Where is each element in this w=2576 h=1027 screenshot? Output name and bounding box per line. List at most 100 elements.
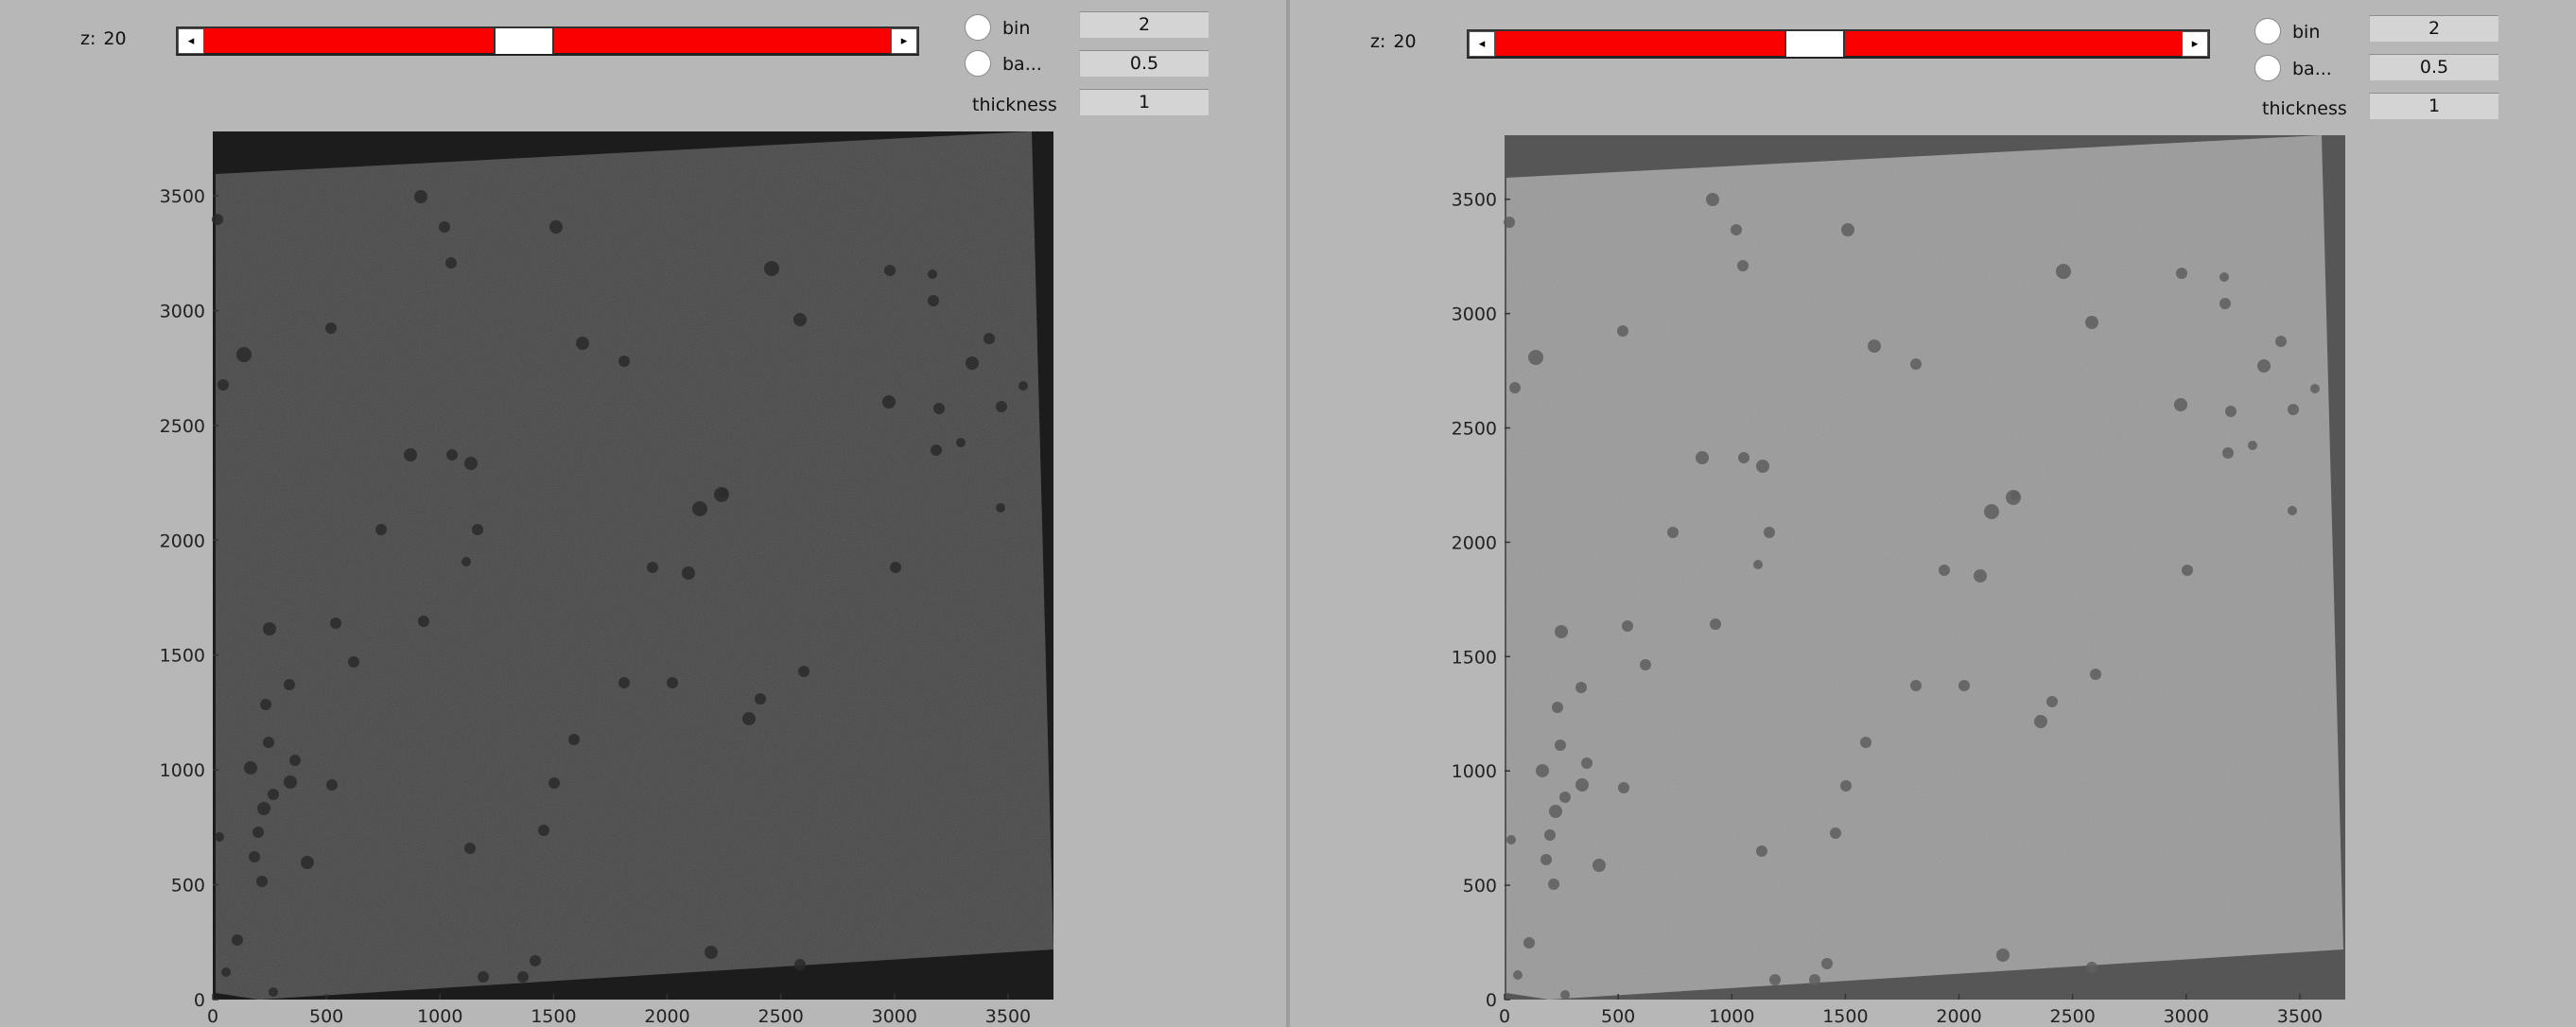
x-tick-label: 3000 (2164, 1006, 2209, 1027)
particle (1528, 350, 1543, 365)
x-tick-label: 0 (207, 1006, 218, 1027)
y-tick-label: 2000 (1452, 532, 1497, 553)
particle (221, 967, 231, 977)
x-tick-label: 500 (309, 1006, 343, 1027)
particle (2222, 447, 2234, 459)
particle (445, 257, 457, 269)
particle (667, 677, 678, 688)
particle (647, 562, 658, 573)
particle (1552, 702, 1563, 713)
particle (1830, 827, 1841, 839)
particle (1996, 949, 2010, 962)
viewer-panel-right: z: 20 ◂ ▸ bin ba... thickness 2 0.5 1 0 … (1290, 0, 2576, 1027)
particle (2219, 272, 2229, 282)
particle (212, 214, 223, 225)
particle (478, 971, 489, 983)
particle (568, 734, 580, 745)
particle (1560, 990, 1570, 1000)
x-tick-label: 2500 (757, 1006, 803, 1027)
particle (1504, 217, 1515, 228)
particle (1737, 260, 1749, 271)
particle (2288, 506, 2297, 515)
particle (1575, 682, 1587, 693)
particle (1710, 618, 1721, 630)
particle (252, 827, 264, 838)
y-axis: 0 500 1000 1500 2000 2500 3000 3500 (1452, 190, 1510, 1011)
particle (1974, 569, 1987, 583)
particle (1523, 937, 1535, 949)
particle (794, 959, 806, 970)
particle (931, 444, 942, 456)
particle (2056, 264, 2071, 279)
particle (404, 448, 417, 461)
particle (1622, 620, 1633, 632)
particle (755, 693, 766, 705)
particle (2010, 491, 2020, 500)
particle (268, 789, 279, 800)
particle (289, 755, 301, 766)
particle (2219, 298, 2231, 309)
particle (257, 802, 270, 815)
y-tick-label: 0 (194, 990, 205, 1011)
particle (928, 270, 937, 279)
y-tick-label: 2000 (160, 531, 205, 551)
x-tick-label: 1500 (1822, 1006, 1868, 1027)
particle (793, 313, 807, 326)
particle (1617, 325, 1628, 337)
y-tick-label: 500 (171, 876, 205, 896)
x-tick-label: 500 (1601, 1006, 1635, 1027)
particle (1555, 740, 1566, 751)
image-plot[interactable]: 0 500 1000 1500 2000 2500 3000 3500 0 500 1000 150… (0, 0, 1286, 1027)
particle (1549, 805, 1562, 818)
particle (890, 562, 901, 573)
particle (326, 779, 338, 791)
particle (249, 851, 260, 862)
y-tick-label: 2500 (160, 416, 205, 437)
particle (1939, 565, 1950, 576)
y-tick-label: 1500 (1452, 647, 1497, 668)
particle (1821, 958, 1833, 969)
particle (446, 449, 458, 461)
x-tick-label: 2500 (2049, 1006, 2095, 1027)
particle (548, 777, 560, 789)
particle (549, 220, 563, 234)
particle (1618, 782, 1629, 793)
particle (705, 946, 718, 959)
particle (983, 333, 995, 344)
particle (682, 566, 695, 580)
particle (2225, 406, 2237, 417)
particle (256, 876, 268, 887)
particle (692, 501, 707, 516)
image-plot[interactable]: 0 500 1000 1500 2000 2500 3000 3500 0 500 1000 150… (1290, 0, 2576, 1027)
particle (1738, 452, 1749, 463)
particle (375, 524, 387, 535)
particle (215, 832, 224, 842)
particle (2034, 715, 2047, 728)
particle (232, 934, 243, 946)
particle (1841, 223, 1854, 236)
particle (1958, 680, 1970, 691)
y-tick-label: 500 (1463, 876, 1497, 896)
particle (1640, 659, 1651, 670)
particle (996, 401, 1007, 412)
particle (1555, 625, 1568, 638)
particle (263, 622, 276, 635)
particle (956, 438, 966, 447)
particle (1667, 527, 1679, 538)
particle (1868, 339, 1881, 353)
micrograph-noise (1506, 135, 2343, 1000)
particle (1753, 560, 1763, 569)
particle (2174, 398, 2187, 411)
particle (2288, 404, 2299, 415)
particle (1706, 193, 1719, 206)
particle (1506, 835, 1516, 844)
particle (2176, 268, 2187, 279)
particle (2275, 336, 2287, 347)
y-tick-label: 3000 (1452, 305, 1497, 325)
x-tick-label: 3000 (872, 1006, 917, 1027)
x-tick-label: 2000 (1936, 1006, 1981, 1027)
particle (1731, 224, 1742, 235)
particle (348, 656, 359, 668)
particle (330, 618, 341, 629)
particle (472, 524, 483, 535)
